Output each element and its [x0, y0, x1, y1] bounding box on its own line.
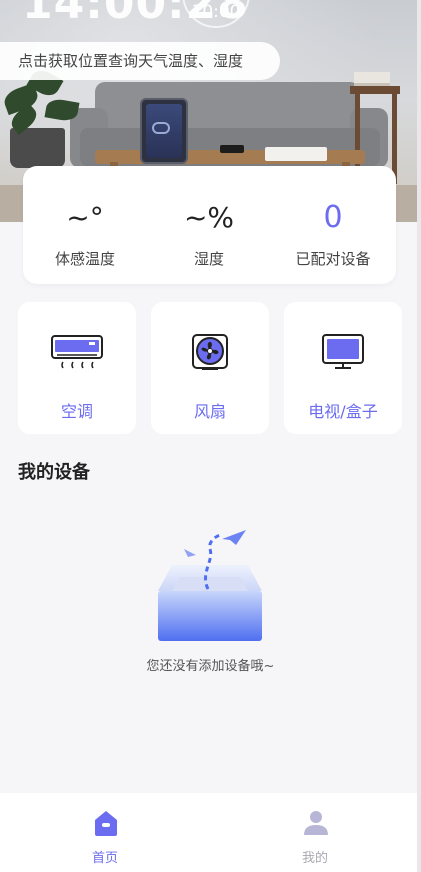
nav-item-mine[interactable]: 我的 — [255, 793, 375, 872]
books-illustration — [354, 72, 390, 86]
humidity-label: 湿度 — [193, 250, 224, 268]
tablet-illustration — [140, 98, 188, 164]
feels-like-label: 体感温度 — [54, 250, 115, 268]
home-icon — [92, 809, 120, 837]
fan-icon — [151, 332, 269, 372]
paired-devices-value: 0 — [323, 200, 343, 235]
phone-illustration — [220, 145, 244, 153]
notebook-illustration — [265, 147, 327, 161]
my-devices-title: 我的设备 — [18, 462, 90, 483]
feels-like-value: ~° — [66, 201, 104, 234]
air-conditioner-icon — [18, 332, 136, 372]
user-icon — [302, 809, 330, 837]
nav-label-home: 首页 — [91, 851, 118, 866]
nav-label-mine: 我的 — [301, 851, 328, 866]
device-card-tv-box[interactable]: 电视/盒子 — [284, 302, 402, 434]
empty-box-illustration — [150, 525, 270, 645]
paired-devices-stat: 0 已配对设备 — [271, 166, 395, 269]
clock-ring-time: 10:00 — [191, 2, 241, 22]
side-table — [350, 86, 400, 94]
device-label-fan: 风扇 — [193, 402, 226, 421]
humidity-stat: ~% 湿度 — [147, 166, 271, 269]
tv-icon — [284, 332, 402, 372]
cloud-icon — [152, 122, 170, 134]
empty-devices-message: 您还没有添加设备哦~ — [146, 659, 275, 674]
location-weather-button[interactable]: 点击获取位置查询天气温度、湿度 — [0, 42, 280, 80]
bottom-navigation: 首页 我的 — [0, 793, 421, 872]
feels-like-stat: ~° 体感温度 — [23, 166, 147, 269]
device-label-air-conditioner: 空调 — [60, 402, 93, 421]
device-card-fan[interactable]: 风扇 — [151, 302, 269, 434]
device-label-tv-box: 电视/盒子 — [308, 402, 378, 421]
nav-item-home[interactable]: 首页 — [45, 793, 165, 872]
device-card-air-conditioner[interactable]: 空调 — [18, 302, 136, 434]
paired-devices-label: 已配对设备 — [295, 250, 371, 268]
weather-stats-card: ~° 体感温度 ~% 湿度 0 已配对设备 — [23, 166, 396, 284]
screen-edge — [417, 0, 421, 872]
humidity-value: ~% — [183, 201, 235, 234]
